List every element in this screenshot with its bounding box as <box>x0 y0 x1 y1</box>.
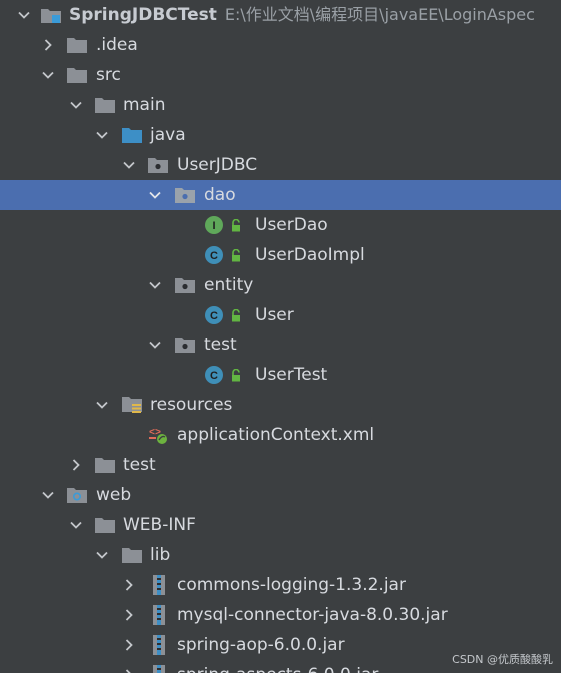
folder-label-web: web <box>96 485 132 505</box>
tree-row-userdaoimpl[interactable]: C UserDaoImpl <box>0 240 561 270</box>
package-label-userjdbc: UserJDBC <box>177 155 258 175</box>
jar-icon <box>148 605 170 625</box>
folder-label-resources: resources <box>150 395 233 415</box>
tree-row-jar[interactable]: commons-logging-1.3.2.jar <box>0 570 561 600</box>
folder-icon <box>94 95 116 115</box>
lock-open-icon <box>232 219 240 232</box>
jar-icon <box>148 575 170 595</box>
package-icon <box>174 185 196 205</box>
tree-row-idea[interactable]: .idea <box>0 30 561 60</box>
jar-label: commons-logging-1.3.2.jar <box>177 575 406 595</box>
tree-row-src[interactable]: src <box>0 60 561 90</box>
file-label-applicationcontext: applicationContext.xml <box>177 425 375 445</box>
project-path: E:\作业文档\编程项目\javaEE\LoginAspec <box>224 5 535 24</box>
tree-row-userjdbc[interactable]: UserJDBC <box>0 150 561 180</box>
watermark-text: CSDN @优质酸酸乳 <box>452 653 553 666</box>
tree-row-test-package[interactable]: test <box>0 330 561 360</box>
resources-folder-icon <box>121 395 143 415</box>
folder-label-lib: lib <box>150 545 171 565</box>
chevron-right-icon[interactable] <box>68 450 84 480</box>
module-folder-icon <box>40 5 62 25</box>
class-badge-letter: C <box>210 310 218 322</box>
chevron-down-icon[interactable] <box>16 0 32 30</box>
file-label-usertest: UserTest <box>255 365 328 385</box>
tree-row-user[interactable]: C User <box>0 300 561 330</box>
chevron-right-icon[interactable] <box>121 600 137 630</box>
project-name: SpringJDBCTest <box>69 5 217 25</box>
chevron-down-icon[interactable] <box>147 330 163 360</box>
file-label-user: User <box>255 305 294 325</box>
web-folder-icon <box>66 485 88 505</box>
file-label-userdao: UserDao <box>255 215 328 235</box>
folder-label-main: main <box>123 95 166 115</box>
chevron-right-icon[interactable] <box>40 30 56 60</box>
chevron-down-icon[interactable] <box>121 150 137 180</box>
tree-row-main[interactable]: main <box>0 90 561 120</box>
project-name-label: SpringJDBCTest E:\作业文档\编程项目\javaEE\LoginA… <box>69 0 535 30</box>
chevron-down-icon[interactable] <box>68 90 84 120</box>
jar-icon <box>148 665 170 673</box>
chevron-right-icon[interactable] <box>121 660 137 673</box>
tree-row-applicationcontext[interactable]: <> applicationContext.xml <box>0 420 561 450</box>
tree-row-web[interactable]: web <box>0 480 561 510</box>
tree-row-userdao[interactable]: I UserDao <box>0 210 561 240</box>
folder-label-java: java <box>150 125 186 145</box>
folder-icon <box>94 515 116 535</box>
folder-label-idea: .idea <box>96 35 138 55</box>
tree-row-entity[interactable]: entity <box>0 270 561 300</box>
chevron-right-icon[interactable] <box>121 630 137 660</box>
folder-label-src: src <box>96 65 121 85</box>
lock-open-icon <box>232 309 240 322</box>
folder-icon <box>66 35 88 55</box>
jar-icon <box>148 635 170 655</box>
file-label-userdaoimpl: UserDaoImpl <box>255 245 365 265</box>
tree-row-lib[interactable]: lib <box>0 540 561 570</box>
jar-label: mysql-connector-java-8.0.30.jar <box>177 605 448 625</box>
package-icon <box>174 335 196 355</box>
package-label-dao: dao <box>204 185 236 205</box>
chevron-down-icon[interactable] <box>94 390 110 420</box>
class-icon: C <box>203 305 225 325</box>
package-icon <box>174 275 196 295</box>
project-tree: SpringJDBCTest E:\作业文档\编程项目\javaEE\LoginA… <box>0 0 561 673</box>
class-icon: C <box>203 245 225 265</box>
chevron-down-icon[interactable] <box>94 120 110 150</box>
folder-label-webinf: WEB-INF <box>123 515 196 535</box>
tree-row-java[interactable]: java <box>0 120 561 150</box>
package-label-test: test <box>204 335 237 355</box>
source-folder-icon <box>121 125 143 145</box>
lock-open-icon <box>232 249 240 262</box>
tree-row-test-dir[interactable]: test <box>0 450 561 480</box>
lock-open-icon <box>232 369 240 382</box>
folder-label-test: test <box>123 455 156 475</box>
folder-icon <box>66 65 88 85</box>
tree-row-webinf[interactable]: WEB-INF <box>0 510 561 540</box>
class-icon: C <box>203 365 225 385</box>
spring-xml-icon: <> <box>148 425 170 445</box>
tree-row-project[interactable]: SpringJDBCTest E:\作业文档\编程项目\javaEE\LoginA… <box>0 0 561 30</box>
chevron-down-icon[interactable] <box>40 480 56 510</box>
interface-icon: I <box>203 215 225 235</box>
chevron-down-icon[interactable] <box>94 540 110 570</box>
package-label-entity: entity <box>204 275 254 295</box>
tree-row-resources[interactable]: resources <box>0 390 561 420</box>
chevron-down-icon[interactable] <box>147 180 163 210</box>
tree-row-dao[interactable]: dao <box>0 180 561 210</box>
package-icon <box>147 155 169 175</box>
jar-label: spring-aop-6.0.0.jar <box>177 635 345 655</box>
tree-row-usertest[interactable]: C UserTest <box>0 360 561 390</box>
folder-icon <box>121 545 143 565</box>
jar-label: spring-aspects-6.0.0.jar <box>177 660 378 673</box>
chevron-down-icon[interactable] <box>68 510 84 540</box>
tree-row-jar[interactable]: mysql-connector-java-8.0.30.jar <box>0 600 561 630</box>
chevron-down-icon[interactable] <box>147 270 163 300</box>
chevron-right-icon[interactable] <box>121 570 137 600</box>
interface-badge-letter: I <box>212 220 215 232</box>
class-badge-letter: C <box>210 370 218 382</box>
chevron-down-icon[interactable] <box>40 60 56 90</box>
class-badge-letter: C <box>210 250 218 262</box>
folder-icon <box>94 455 116 475</box>
